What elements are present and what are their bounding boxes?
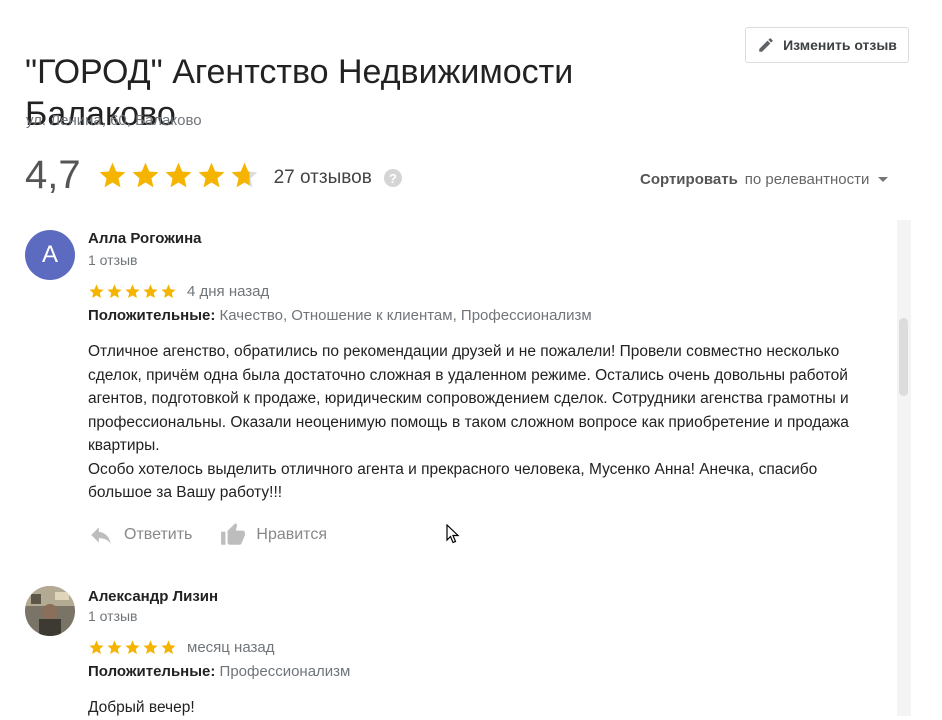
star-icon	[165, 162, 192, 187]
positives-label: Положительные:	[88, 663, 216, 680]
star-icon	[107, 640, 122, 655]
review-date: 4 дня назад	[187, 283, 270, 300]
review-positives: Положительные: Качество, Отношение к кли…	[88, 307, 592, 324]
star-icon	[107, 284, 122, 299]
star-icon	[143, 640, 158, 655]
review-card: А Алла Рогожина 1 отзыв 4 дня назад Поло…	[25, 230, 885, 570]
reply-label: Ответить	[124, 526, 193, 543]
review-stars	[88, 639, 177, 656]
sort-dropdown[interactable]: Сортировать по релевантности	[640, 171, 889, 188]
star-icon	[143, 284, 158, 299]
star-icon	[161, 284, 176, 299]
star-icon	[89, 284, 104, 299]
reviewer-review-count: 1 отзыв	[88, 608, 138, 624]
rating-stars	[97, 160, 260, 191]
like-button[interactable]: Нравится	[220, 522, 327, 548]
review-positives: Положительные: Профессионализм	[88, 663, 350, 680]
help-icon[interactable]: ?	[383, 169, 402, 187]
reviewer-name[interactable]: Алла Рогожина	[88, 230, 201, 247]
positives-values: Качество, Отношение к клиентам, Професси…	[219, 307, 592, 324]
star-icon	[161, 640, 176, 655]
review-actions: Ответить Нравится	[88, 522, 327, 548]
sort-value: по релевантности	[744, 171, 870, 188]
star-icon	[125, 640, 140, 655]
review-paragraph: Особо хотелось выделить отличного агента…	[88, 460, 818, 502]
positives-values: Профессионализм	[219, 663, 351, 680]
half-star-icon	[231, 162, 258, 187]
reviewer-review-count: 1 отзыв	[88, 252, 138, 268]
scrollbar-track[interactable]	[897, 220, 911, 716]
review-text: Отличное агенство, обратились по рекомен…	[88, 340, 878, 505]
star-icon	[99, 162, 126, 187]
place-address: ул. Ленина, 60, Балаково	[26, 112, 202, 129]
thumbs-up-icon	[221, 523, 246, 545]
sort-label: Сортировать	[640, 171, 738, 188]
edit-review-button[interactable]: Изменить отзыв	[745, 27, 909, 63]
edit-review-label: Изменить отзыв	[783, 37, 897, 53]
rating-value: 4,7	[25, 153, 81, 197]
star-icon	[89, 640, 104, 655]
reviews-count: 27 отзывов	[273, 167, 372, 188]
review-date: месяц назад	[187, 639, 275, 656]
review-stars	[88, 283, 177, 300]
positives-label: Положительные:	[88, 307, 216, 324]
avatar[interactable]	[25, 586, 75, 636]
reviewer-name[interactable]: Александр Лизин	[88, 588, 218, 605]
rating-summary: 4,7 27 отзывов ?	[25, 150, 402, 200]
review-card: Александр Лизин 1 отзыв месяц назад Поло…	[25, 586, 885, 716]
avatar[interactable]: А	[25, 230, 75, 280]
like-label: Нравится	[256, 526, 327, 543]
star-icon	[125, 284, 140, 299]
reply-button[interactable]: Ответить	[88, 522, 192, 548]
pencil-icon	[759, 38, 773, 52]
caret-down-icon	[878, 177, 889, 182]
review-paragraph: Отличное агенство, обратились по рекомен…	[88, 343, 849, 454]
scrollbar-thumb[interactable]	[899, 318, 908, 396]
star-icon	[132, 162, 159, 187]
mouse-cursor-icon	[446, 524, 460, 544]
star-icon	[198, 162, 225, 187]
reply-icon	[91, 527, 111, 544]
